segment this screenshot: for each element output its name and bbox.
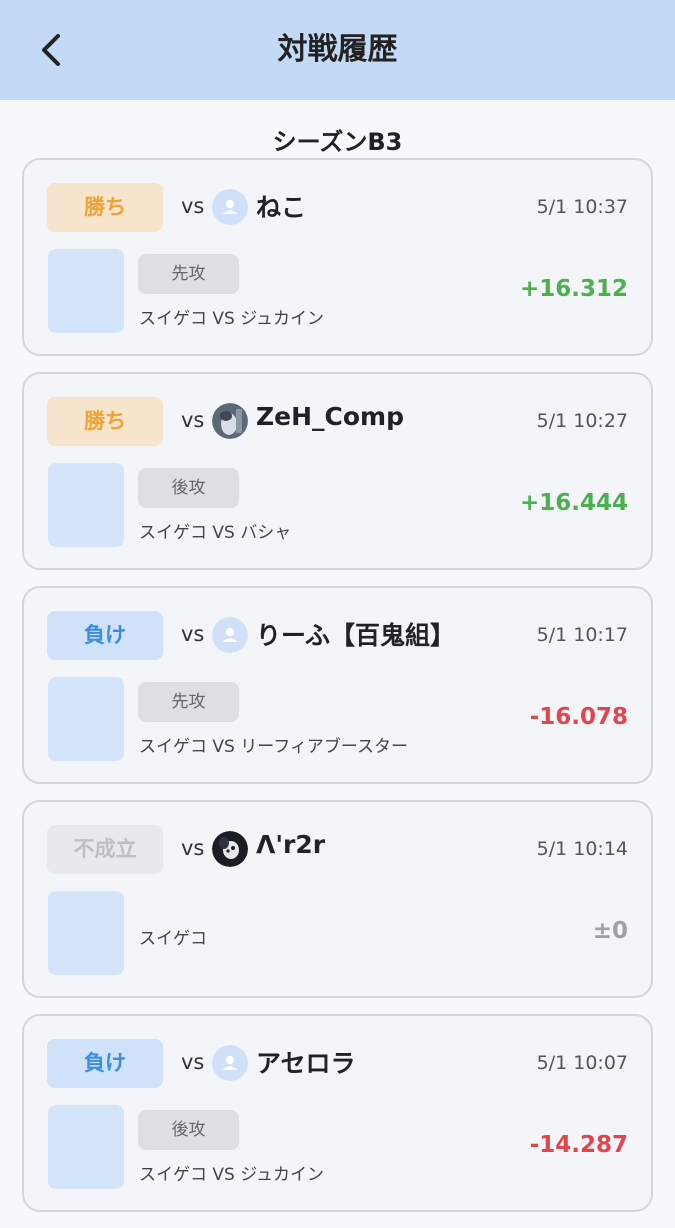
match-time: 5/1 10:17 bbox=[536, 624, 628, 646]
match-time: 5/1 10:27 bbox=[536, 410, 628, 432]
matchup-text: スイゲコ bbox=[139, 929, 207, 949]
chevron-left-icon bbox=[42, 34, 60, 66]
opponent-name: ねこ bbox=[256, 193, 307, 222]
matchup-text: スイゲコ VS バシャ bbox=[139, 523, 292, 543]
rate-change: +16.312 bbox=[519, 276, 628, 302]
app-header: 対戦履歴 bbox=[0, 0, 675, 100]
opponent-name: ZeH_Comp bbox=[256, 402, 404, 431]
page-title: 対戦履歴 bbox=[277, 32, 398, 67]
rate-change: +16.444 bbox=[519, 490, 628, 516]
match-card[interactable]: 勝ち vs ねこ 5/1 10:37 先攻スイゲコ VS ジュカイン +16.312 bbox=[22, 158, 653, 356]
turn-order-badge: 先攻 bbox=[138, 254, 239, 294]
match-time: 5/1 10:07 bbox=[536, 1052, 628, 1074]
opponent-avatar bbox=[212, 403, 248, 439]
deck-thumbnail bbox=[48, 463, 124, 547]
result-badge: 勝ち bbox=[47, 183, 163, 232]
result-badge: 不成立 bbox=[47, 825, 163, 874]
match-history-list: 勝ち vs ねこ 5/1 10:37 先攻 スイゲコ VS ジュカイン +16.312 勝ち v… bbox=[22, 158, 653, 1228]
match-card[interactable]: 不成立 vs Λ'r2r 5/1 10:14 スイゲコ ±0 bbox=[22, 800, 653, 998]
vs-label: vs bbox=[181, 836, 205, 860]
opponent-avatar bbox=[212, 831, 248, 867]
turn-order-badge: 先攻 bbox=[138, 682, 239, 722]
rate-change: -16.078 bbox=[529, 704, 628, 730]
turn-order-badge: 後攻 bbox=[138, 1110, 239, 1150]
opponent-name: りーふ【百鬼組】 bbox=[256, 621, 456, 650]
match-time: 5/1 10:37 bbox=[536, 196, 628, 218]
vs-label: vs bbox=[181, 622, 205, 646]
matchup-text: スイゲコ VS リーフィアブースター bbox=[139, 737, 409, 757]
turn-order-badge: 後攻 bbox=[138, 468, 239, 508]
deck-thumbnail bbox=[48, 891, 124, 975]
back-button[interactable] bbox=[30, 28, 74, 72]
vs-label: vs bbox=[181, 1050, 205, 1074]
rate-change: -14.287 bbox=[529, 1132, 628, 1158]
match-card[interactable]: 勝ち vs ZeH_Comp 5/1 10:27 後攻スイゲコ VS バシャ +16.44… bbox=[22, 372, 653, 570]
opponent-name: Λ'r2r bbox=[256, 830, 326, 859]
vs-label: vs bbox=[181, 194, 205, 218]
deck-thumbnail bbox=[48, 677, 124, 761]
matchup-text: スイゲコ VS ジュカイン bbox=[139, 309, 325, 329]
match-card[interactable]: 負け vs アセロラ 5/1 10:07 後攻スイゲコ VS ジュカイン -14.287 bbox=[22, 1014, 653, 1212]
default-user-icon bbox=[212, 617, 248, 653]
deck-thumbnail bbox=[48, 1105, 124, 1189]
deck-thumbnail bbox=[48, 249, 124, 333]
rate-change: ±0 bbox=[592, 918, 628, 944]
result-badge: 負け bbox=[47, 1039, 163, 1088]
season-label: シーズンB3 bbox=[272, 128, 403, 156]
match-card[interactable]: 負け vs りーふ【百鬼組】 5/1 10:17 先攻スイゲコ VS リーフィアブースタ… bbox=[22, 586, 653, 784]
result-badge: 負け bbox=[47, 611, 163, 660]
result-badge: 勝ち bbox=[47, 397, 163, 446]
default-user-icon bbox=[212, 1045, 248, 1081]
default-user-icon bbox=[212, 189, 248, 225]
vs-label: vs bbox=[181, 408, 205, 432]
match-time: 5/1 10:14 bbox=[536, 838, 628, 860]
opponent-name: アセロラ bbox=[256, 1049, 356, 1078]
matchup-text: スイゲコ VS ジュカイン bbox=[139, 1165, 325, 1185]
